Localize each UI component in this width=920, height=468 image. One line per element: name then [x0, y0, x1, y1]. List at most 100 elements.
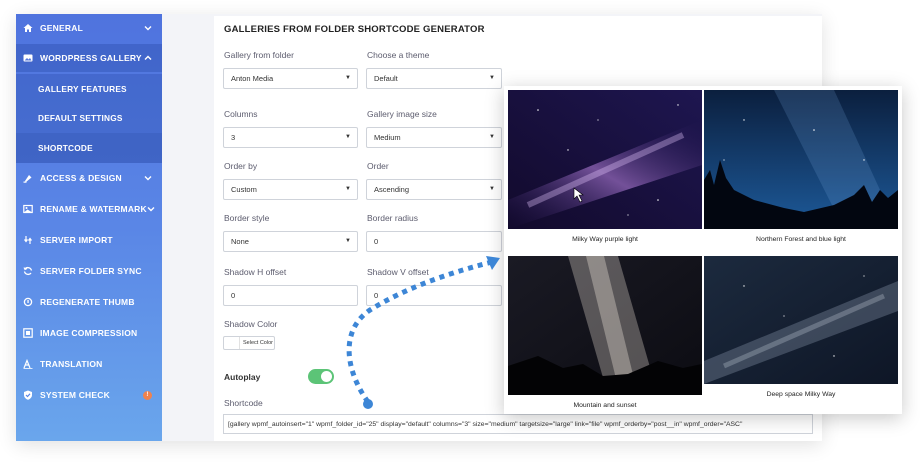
picture-icon: [23, 204, 33, 214]
gallery-image: [508, 256, 702, 395]
order-value: Ascending: [374, 185, 410, 194]
select-color-label: Select Color: [243, 340, 273, 346]
columns-select[interactable]: 3 ▼: [223, 127, 358, 148]
shadow-h-label: Shadow H offset: [224, 267, 287, 277]
shadow-v-label: Shadow V offset: [367, 267, 429, 277]
gallery-folder-select[interactable]: Anton Media ▼: [223, 68, 358, 89]
shortcode-field[interactable]: [gallery wpmf_autoinsert="1" wpmf_folder…: [223, 414, 813, 434]
caret-down-icon: ▼: [345, 75, 351, 81]
sidebar-item-label: ACCESS & DESIGN: [40, 173, 122, 183]
sidebar-item-label: RENAME & WATERMARK: [40, 204, 147, 214]
alert-badge: !: [143, 390, 152, 400]
image-icon: [23, 53, 33, 63]
sidebar-item-label: SERVER FOLDER SYNC: [40, 266, 142, 276]
gallery-item[interactable]: Mountain and sunset: [508, 256, 702, 409]
sync-icon: [23, 266, 33, 276]
caret-down-icon: ▼: [489, 75, 495, 81]
sidebar-item-server-folder-sync[interactable]: SERVER FOLDER SYNC: [16, 257, 162, 285]
gallery-caption: Mountain and sunset: [573, 402, 637, 409]
sidebar-item-label: SHORTCODE: [38, 143, 93, 153]
sidebar-item-label: WORDPRESS GALLERY: [40, 53, 142, 63]
shadow-v-input[interactable]: 0: [366, 285, 502, 306]
gallery-image: [704, 256, 898, 384]
shield-check-icon: [23, 390, 33, 400]
theme-select[interactable]: Default ▼: [366, 68, 502, 89]
order-label: Order: [367, 161, 389, 171]
order-select[interactable]: Ascending ▼: [366, 179, 502, 200]
color-swatch: [224, 337, 240, 349]
autoplay-label: Autoplay: [224, 372, 261, 382]
gallery-image: [508, 90, 702, 229]
gallery-item[interactable]: Milky Way purple light: [508, 90, 702, 243]
border-style-value: None: [231, 237, 249, 246]
sidebar-item-label: IMAGE COMPRESSION: [40, 328, 138, 338]
sidebar-subitem-gallery-features[interactable]: GALLERY FEATURES: [16, 74, 162, 103]
shortcode-value: [gallery wpmf_autoinsert="1" wpmf_folder…: [228, 420, 743, 428]
columns-label: Columns: [224, 109, 258, 119]
sidebar-item-wordpress-gallery[interactable]: WORDPRESS GALLERY: [16, 44, 162, 72]
sidebar-item-server-import[interactable]: SERVER IMPORT: [16, 226, 162, 254]
gallery-caption: Deep space Milky Way: [766, 391, 836, 398]
sidebar-item-regenerate-thumb[interactable]: REGENERATE THUMB: [16, 288, 162, 316]
gallery-folder-label: Gallery from folder: [224, 50, 294, 60]
autoplay-toggle[interactable]: [308, 369, 334, 384]
gallery-image: [704, 90, 898, 229]
order-by-value: Custom: [231, 185, 257, 194]
shortcode-label: Shortcode: [224, 398, 263, 408]
sidebar-item-label: GENERAL: [40, 23, 83, 33]
gallery-item[interactable]: Deep space Milky Way: [704, 256, 898, 398]
border-radius-input[interactable]: 0: [366, 231, 502, 252]
shadow-v-value: 0: [374, 291, 379, 300]
page-title: GALLERIES FROM FOLDER SHORTCODE GENERATO…: [224, 24, 485, 35]
sidebar-item-label: SERVER IMPORT: [40, 235, 113, 245]
sidebar: GENERAL WORDPRESS GALLERY GALLERY FEATUR…: [16, 14, 162, 441]
chevron-down-icon: [147, 205, 155, 214]
caret-down-icon: ▼: [489, 134, 495, 140]
caret-down-icon: ▼: [345, 134, 351, 140]
sidebar-item-system-check[interactable]: SYSTEM CHECK !: [16, 381, 162, 409]
caret-down-icon: ▼: [345, 238, 351, 244]
order-by-select[interactable]: Custom ▼: [223, 179, 358, 200]
sidebar-item-rename-watermark[interactable]: RENAME & WATERMARK: [16, 195, 162, 223]
caret-down-icon: ▼: [345, 186, 351, 192]
shadow-h-input[interactable]: 0: [223, 285, 358, 306]
sidebar-item-translation[interactable]: TRANSLATION: [16, 350, 162, 378]
sidebar-item-label: DEFAULT SETTINGS: [38, 113, 123, 123]
select-color-button[interactable]: Select Color: [223, 336, 275, 350]
image-size-label: Gallery image size: [367, 109, 437, 119]
refresh-icon: [23, 297, 33, 307]
toggle-knob: [321, 371, 332, 382]
order-by-label: Order by: [224, 161, 258, 171]
caret-down-icon: ▼: [489, 186, 495, 192]
sidebar-item-access-design[interactable]: ACCESS & DESIGN: [16, 164, 162, 192]
border-style-select[interactable]: None ▼: [223, 231, 358, 252]
theme-value: Default: [374, 74, 398, 83]
paint-icon: [23, 173, 33, 183]
translate-icon: [23, 359, 33, 369]
sidebar-item-label: GALLERY FEATURES: [38, 83, 127, 94]
gallery-caption: Milky Way purple light: [572, 236, 638, 243]
border-radius-label: Border radius: [367, 213, 419, 223]
gallery-item[interactable]: Northern Forest and blue light: [704, 90, 898, 243]
border-radius-value: 0: [374, 237, 379, 246]
gallery-folder-value: Anton Media: [231, 74, 274, 83]
image-size-value: Medium: [374, 133, 401, 142]
sidebar-item-image-compression[interactable]: IMAGE COMPRESSION: [16, 319, 162, 347]
image-size-select[interactable]: Medium ▼: [366, 127, 502, 148]
shadow-h-value: 0: [231, 291, 236, 300]
chevron-down-icon: [143, 24, 153, 33]
border-style-label: Border style: [224, 213, 270, 223]
chevron-down-icon: [143, 174, 153, 183]
compress-icon: [23, 328, 33, 338]
gallery-preview: Milky Way purple light Northern Forest a…: [504, 86, 902, 414]
import-icon: [23, 235, 33, 245]
chevron-up-icon: [143, 54, 153, 63]
theme-label: Choose a theme: [367, 50, 430, 60]
home-icon: [23, 23, 33, 33]
sidebar-item-general[interactable]: GENERAL: [16, 14, 162, 42]
sidebar-subitem-default-settings[interactable]: DEFAULT SETTINGS: [16, 103, 162, 133]
sidebar-item-label: REGENERATE THUMB: [40, 297, 135, 307]
shadow-color-label: Shadow Color: [224, 319, 278, 329]
sidebar-subitem-shortcode[interactable]: SHORTCODE: [16, 133, 162, 163]
sidebar-item-label: TRANSLATION: [40, 359, 103, 369]
